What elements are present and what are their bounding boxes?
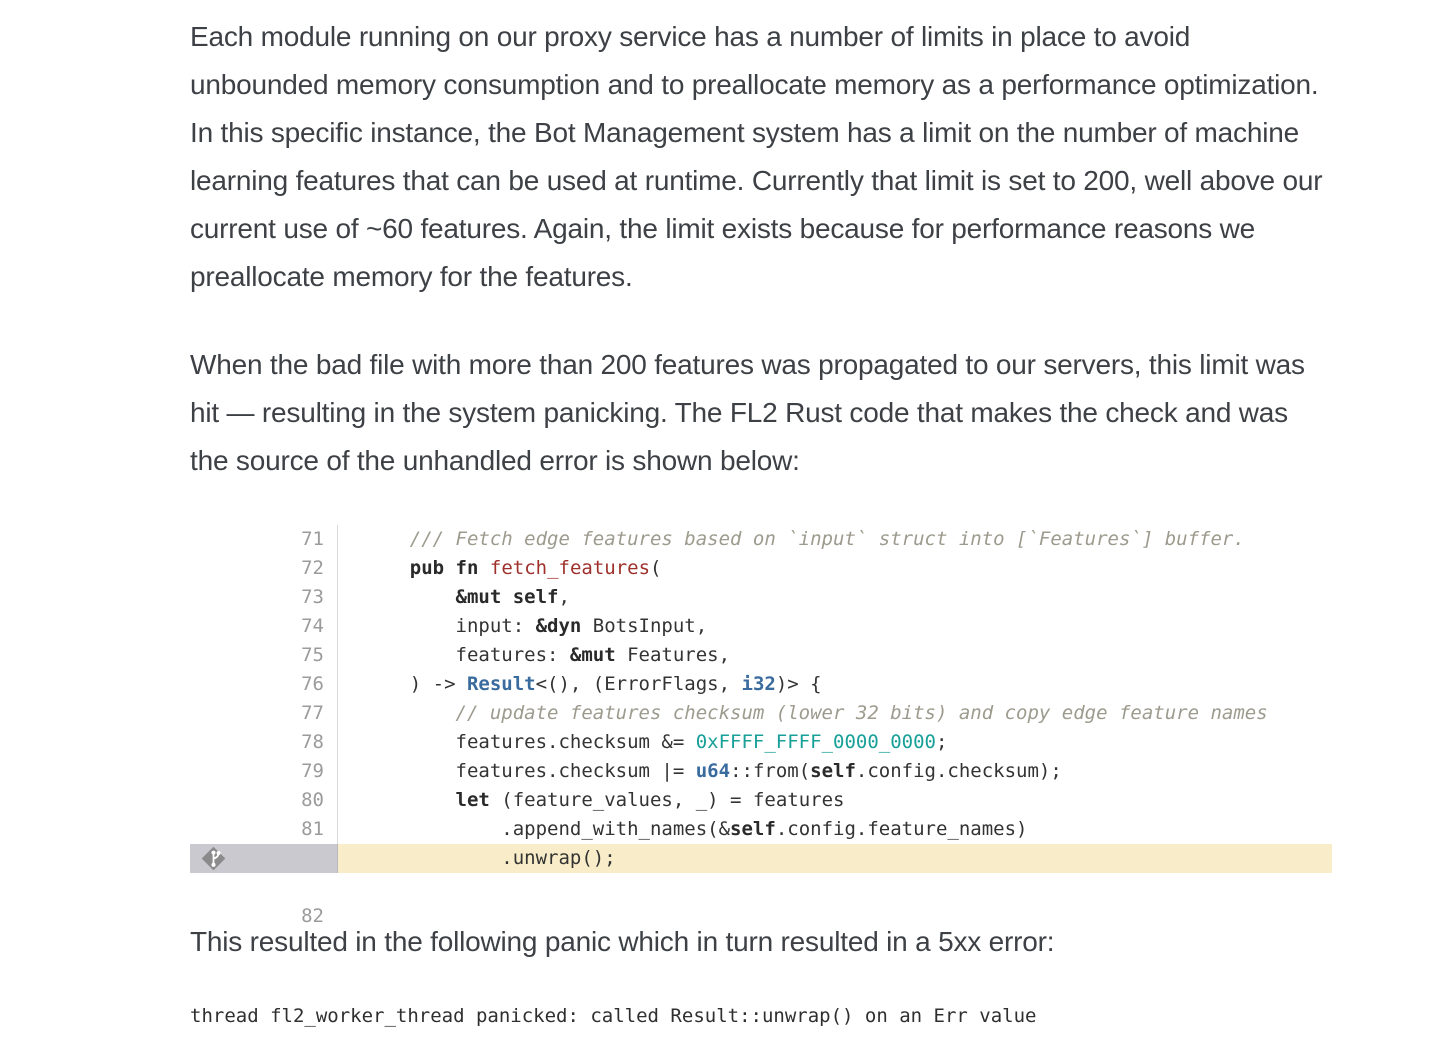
code-content: /// Fetch edge features based on `input`… xyxy=(338,525,1332,554)
code-content: features.checksum |= u64::from(self.conf… xyxy=(338,757,1332,786)
line-number: 77 xyxy=(190,699,338,728)
code-token-plain: <(), (ErrorFlags, xyxy=(536,673,742,695)
code-token-plain xyxy=(364,789,456,811)
code-content: // update features checksum (lower 32 bi… xyxy=(338,699,1332,728)
line-number-text: 80 xyxy=(301,789,324,811)
line-number-text: 73 xyxy=(301,586,324,608)
line-number-text: 72 xyxy=(301,557,324,579)
code-content: .unwrap(); xyxy=(338,844,1332,873)
code-token-function: fetch_features xyxy=(490,557,650,579)
code-token-plain: .config.feature_names) xyxy=(776,818,1028,840)
code-token-plain: features.checksum &= xyxy=(364,731,696,753)
code-content: ) -> Result<(), (ErrorFlags, i32)> { xyxy=(338,670,1332,699)
code-token-plain: BotsInput, xyxy=(581,615,707,637)
code-token-plain: Features, xyxy=(616,644,730,666)
code-line: 73 &mut self, xyxy=(190,583,1332,612)
code-token-plain: .config.checksum); xyxy=(856,760,1062,782)
code-token-plain: ( xyxy=(650,557,661,579)
panic-output: thread fl2_worker_thread panicked: calle… xyxy=(190,1003,1332,1029)
code-token-keyword: &dyn xyxy=(536,615,582,637)
code-token-type: u64 xyxy=(696,760,730,782)
code-line: 75 features: &mut Features, xyxy=(190,641,1332,670)
paragraph-bad-file: When the bad file with more than 200 fea… xyxy=(190,341,1332,485)
article-body: Each module running on our proxy service… xyxy=(190,0,1332,1029)
code-line: 81 .append_with_names(&self.config.featu… xyxy=(190,815,1332,844)
line-number: 74 xyxy=(190,612,338,641)
line-number-text: 81 xyxy=(301,818,324,840)
line-number: 79 xyxy=(190,757,338,786)
code-token-plain: )> { xyxy=(776,673,822,695)
paragraph-limits-explanation: Each module running on our proxy service… xyxy=(190,13,1332,301)
git-commit-diamond-icon xyxy=(200,845,227,872)
line-number: 78 xyxy=(190,728,338,757)
code-token-keyword: let xyxy=(456,789,490,811)
line-number-text: 76 xyxy=(301,673,324,695)
line-number-text: 71 xyxy=(301,528,324,550)
line-number-text: 77 xyxy=(301,702,324,724)
line-number: 80 xyxy=(190,786,338,815)
code-line: 77 // update features checksum (lower 32… xyxy=(190,699,1332,728)
line-number: 71 xyxy=(190,525,338,554)
code-token-type: Result xyxy=(467,673,536,695)
code-token-keyword: pub xyxy=(410,557,444,579)
code-line: 72 pub fn fetch_features( xyxy=(190,554,1332,583)
code-token-plain xyxy=(444,557,455,579)
line-number-text: 79 xyxy=(301,760,324,782)
code-line: 76 ) -> Result<(), (ErrorFlags, i32)> { xyxy=(190,670,1332,699)
line-number: 73 xyxy=(190,583,338,612)
code-token-plain: ::from( xyxy=(730,760,810,782)
code-token-plain: input: xyxy=(364,615,536,637)
code-token-keyword: &mut xyxy=(456,586,502,608)
code-line: 80 let (feature_values, _) = features xyxy=(190,786,1332,815)
code-token-keyword: &mut xyxy=(570,644,616,666)
line-number: 72 xyxy=(190,554,338,583)
code-token-plain xyxy=(364,586,456,608)
line-number-text: 74 xyxy=(301,615,324,637)
code-line: 74 input: &dyn BotsInput, xyxy=(190,612,1332,641)
line-number-text: 75 xyxy=(301,644,324,666)
line-number-text: 82 xyxy=(301,905,324,927)
code-line: 79 features.checksum |= u64::from(self.c… xyxy=(190,757,1332,786)
code-token-plain: .append_with_names(& xyxy=(364,818,730,840)
code-token-plain: ) -> xyxy=(364,673,467,695)
code-content: features: &mut Features, xyxy=(338,641,1332,670)
code-line: 82 .unwrap(); xyxy=(190,844,1332,873)
code-token-comment: /// Fetch edge features based on `input`… xyxy=(364,528,1245,550)
code-content: .append_with_names(&self.config.feature_… xyxy=(338,815,1332,844)
code-token-plain xyxy=(501,586,512,608)
code-token-plain: features: xyxy=(364,644,570,666)
code-token-plain: , xyxy=(559,586,570,608)
line-number-text: 78 xyxy=(301,731,324,753)
code-token-plain: ; xyxy=(936,731,947,753)
code-token-number: 0xFFFF_FFFF_0000_0000 xyxy=(696,731,936,753)
code-token-keyword: fn xyxy=(456,557,479,579)
code-line: 71 /// Fetch edge features based on `inp… xyxy=(190,525,1332,554)
code-token-plain xyxy=(478,557,489,579)
code-token-comment: // update features checksum (lower 32 bi… xyxy=(364,702,1268,724)
line-number: 82 xyxy=(190,844,338,873)
code-block: 71 /// Fetch edge features based on `inp… xyxy=(190,525,1332,873)
line-number: 75 xyxy=(190,641,338,670)
code-content: let (feature_values, _) = features xyxy=(338,786,1332,815)
line-number: 76 xyxy=(190,670,338,699)
code-token-plain: (feature_values, _) = features xyxy=(490,789,845,811)
code-content: input: &dyn BotsInput, xyxy=(338,612,1332,641)
code-line: 78 features.checksum &= 0xFFFF_FFFF_0000… xyxy=(190,728,1332,757)
code-token-keyword: self xyxy=(810,760,856,782)
code-token-keyword: self xyxy=(513,586,559,608)
paragraph-panic-intro: This resulted in the following panic whi… xyxy=(190,918,1332,966)
code-token-keyword: self xyxy=(730,818,776,840)
code-token-type: i32 xyxy=(742,673,776,695)
code-token-plain: features.checksum |= xyxy=(364,760,696,782)
code-content: features.checksum &= 0xFFFF_FFFF_0000_00… xyxy=(338,728,1332,757)
line-number: 81 xyxy=(190,815,338,844)
code-token-plain xyxy=(364,557,410,579)
code-token-plain: .unwrap(); xyxy=(364,847,616,869)
code-content: pub fn fetch_features( xyxy=(338,554,1332,583)
code-content: &mut self, xyxy=(338,583,1332,612)
